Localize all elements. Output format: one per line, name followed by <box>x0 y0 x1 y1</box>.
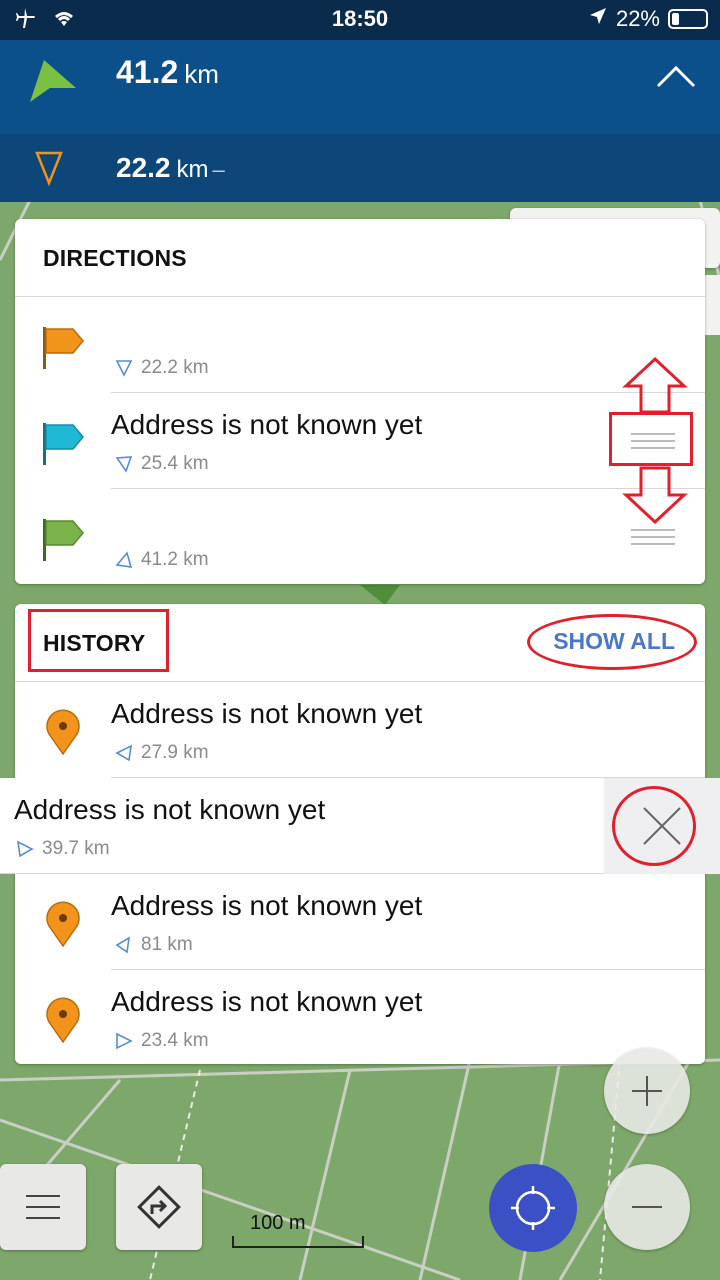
direction-arrow-icon <box>116 1032 133 1050</box>
route-button[interactable] <box>116 1164 202 1250</box>
direction-item-destination[interactable]: 41.2 km <box>15 489 705 584</box>
direction-arrow-icon <box>115 936 131 954</box>
history-item[interactable]: Address is not known yet 27.9 km <box>15 682 705 778</box>
history-distance: 27.9 km <box>141 742 209 763</box>
navigation-arrow-icon <box>28 58 80 111</box>
crosshair-icon <box>511 1186 555 1230</box>
location-pin-icon <box>41 996 85 1044</box>
direction-distance: 41.2 km <box>141 549 209 570</box>
history-distance: 39.7 km <box>42 838 110 859</box>
next-waypoint-header[interactable]: 22.2 km – <box>0 134 720 202</box>
minus-icon <box>632 1206 662 1208</box>
total-distance: 41.2 km <box>116 54 219 90</box>
battery-percent: 22% <box>615 6 660 31</box>
annotation-updown-arrow <box>622 356 688 525</box>
history-distance-row: 23.4 km <box>115 1030 209 1052</box>
menu-icon <box>26 1195 60 1219</box>
directions-card: DIRECTIONS 22.2 km Address is not known … <box>15 219 705 584</box>
annotation-delete-circle <box>612 786 696 866</box>
history-distance-row: 81 km <box>115 934 193 956</box>
direction-arrow-icon <box>115 551 133 568</box>
cyan-flag-icon <box>41 419 85 467</box>
location-pin-icon <box>41 708 85 756</box>
history-distance: 81 km <box>141 934 193 955</box>
green-flag-icon <box>41 515 85 563</box>
history-distance-row: 27.9 km <box>115 742 209 764</box>
history-address: Address is not known yet <box>111 698 423 729</box>
route-summary-header[interactable]: 41.2 km <box>0 40 720 134</box>
route-directions-icon <box>137 1185 181 1229</box>
direction-item-waypoint[interactable]: Address is not known yet 25.4 km <box>15 393 705 489</box>
history-distance-row: 39.7 km <box>16 838 110 860</box>
direction-arrow-icon <box>115 360 133 377</box>
status-bar: 18:50 22% <box>0 0 720 40</box>
map-scale: 100 m <box>232 1212 364 1248</box>
history-distance: 23.4 km <box>141 1030 209 1051</box>
direction-distance-row: 22.2 km <box>115 357 209 379</box>
history-address: Address is not known yet <box>14 794 326 825</box>
location-arrow-icon <box>588 6 608 32</box>
zoom-in-button[interactable] <box>604 1048 690 1134</box>
zoom-out-button[interactable] <box>604 1164 690 1250</box>
direction-distance-row: 25.4 km <box>115 453 209 475</box>
battery-icon <box>668 9 708 29</box>
direction-arrow-icon <box>115 744 133 762</box>
direction-distance: 22.2 km <box>141 357 209 378</box>
direction-address: Address is not known yet <box>111 409 423 440</box>
history-address: Address is not known yet <box>111 986 423 1017</box>
location-pin-icon <box>41 900 85 948</box>
menu-button[interactable] <box>0 1164 86 1250</box>
collapse-chevron-icon[interactable] <box>656 64 700 104</box>
directions-title: DIRECTIONS <box>43 245 187 271</box>
direction-item-start[interactable]: 22.2 km <box>15 297 705 393</box>
history-card: HISTORY SHOW ALL Address is not known ye… <box>0 604 720 1066</box>
plus-icon <box>632 1076 662 1106</box>
annotation-show-all-ellipse <box>527 614 697 670</box>
history-address: Address is not known yet <box>111 890 423 921</box>
direction-arrow-icon <box>115 456 133 473</box>
history-item-swiped[interactable]: Address is not known yet 39.7 km <box>0 778 720 874</box>
orange-flag-icon <box>41 323 85 371</box>
waypoint-arrow-icon <box>34 150 64 191</box>
history-item[interactable]: Address is not known yet 81 km <box>15 874 705 970</box>
direction-arrow-icon <box>16 840 34 858</box>
next-distance: 22.2 km – <box>116 152 225 183</box>
drag-handle-icon[interactable] <box>631 529 675 549</box>
direction-distance-row: 41.2 km <box>115 549 209 571</box>
annotation-history-box <box>28 609 169 672</box>
history-item[interactable]: Address is not known yet 23.4 km <box>15 970 705 1066</box>
direction-distance: 25.4 km <box>141 453 209 474</box>
scale-label: 100 m <box>250 1212 306 1234</box>
directions-header: DIRECTIONS <box>15 219 705 297</box>
my-location-button[interactable] <box>489 1164 577 1252</box>
